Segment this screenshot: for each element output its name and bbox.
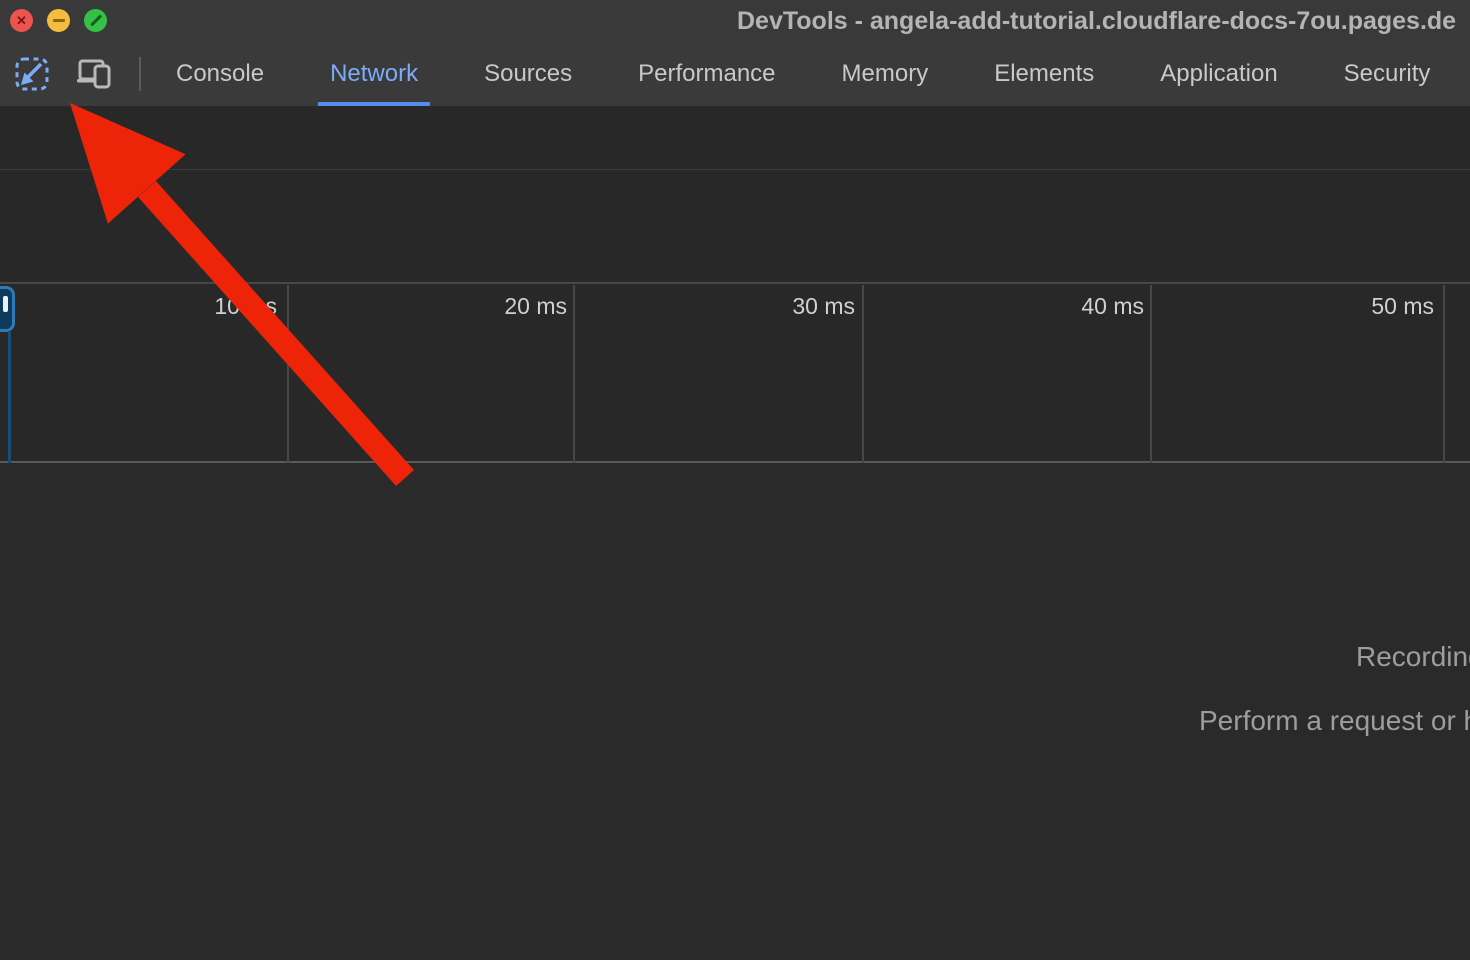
devtools-tabbar: Console Network Sources Performance Memo… [0, 42, 1470, 106]
timeline-tick-label: 50 ms [1284, 293, 1434, 320]
zoom-window-button[interactable] [84, 9, 107, 32]
devtools-window: ✕ DevTools - angela-add-tutorial.cloudfl… [0, 0, 1470, 960]
close-window-button[interactable]: ✕ [10, 9, 33, 32]
titlebar: ✕ DevTools - angela-add-tutorial.cloudfl… [0, 0, 1470, 42]
zoom-icon [90, 15, 102, 27]
recording-status-text: Recording network activity… [1356, 641, 1470, 673]
timeline-gridline [1150, 285, 1152, 463]
tab-security[interactable]: Security [1344, 42, 1431, 106]
blue-widget-detail [3, 296, 8, 312]
timeline-gridline [287, 285, 289, 463]
timeline-tick-label: 10 ms [127, 293, 277, 320]
panel-tabs: Console Network Sources Performance Memo… [0, 42, 1470, 106]
tab-console[interactable]: Console [176, 42, 264, 106]
window-title: DevTools - angela-add-tutorial.cloudflar… [737, 7, 1456, 36]
tab-memory[interactable]: Memory [842, 42, 929, 106]
timeline-tick-label: 20 ms [417, 293, 567, 320]
timeline-tick-label: 40 ms [994, 293, 1144, 320]
tab-elements[interactable]: Elements [994, 42, 1094, 106]
tab-network[interactable]: Network [330, 42, 418, 106]
timeline-gridline [573, 285, 575, 463]
network-toolbar: Preserve log Disable cache No throttling… [0, 106, 1470, 170]
minimize-window-button[interactable] [47, 9, 70, 32]
minimize-icon [53, 19, 65, 22]
perform-request-hint-text: Perform a request or hit ⌘R to record th… [1199, 704, 1470, 737]
clipped-blue-line [8, 332, 11, 463]
clipped-blue-widget [0, 286, 15, 332]
network-filter-bar-row2: Blocked requests 3rd-party requests [0, 227, 1470, 284]
timeline-gridline [1443, 285, 1445, 463]
network-filter-bar: Invert Hide data URLs Hide extension URL… [0, 170, 1470, 227]
close-icon: ✕ [16, 14, 27, 27]
timeline-gridline [862, 285, 864, 463]
timeline-tick-label: 30 ms [705, 293, 855, 320]
tab-application[interactable]: Application [1160, 42, 1277, 106]
tab-sources[interactable]: Sources [484, 42, 572, 106]
tab-performance[interactable]: Performance [638, 42, 775, 106]
